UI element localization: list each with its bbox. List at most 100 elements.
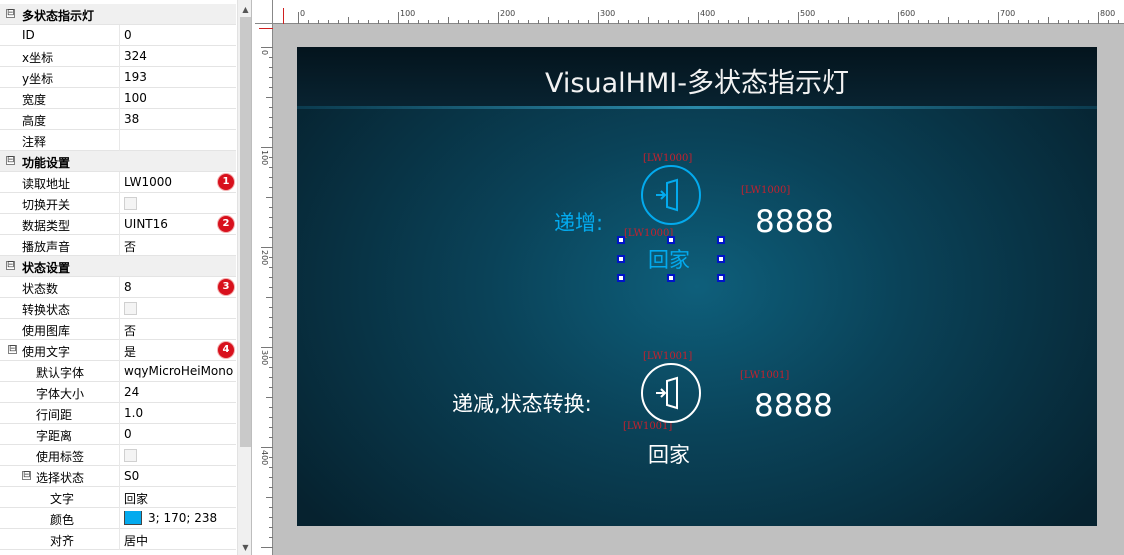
numeric-display-lw1000[interactable]: 8888 [755,204,834,240]
multistate-light-increment[interactable] [641,165,701,225]
color-swatch[interactable] [124,511,142,525]
ruler-tick [728,20,729,24]
transition-checkbox[interactable] [124,302,137,315]
prop-row-align[interactable]: 对齐 居中 [0,529,236,550]
prop-value[interactable]: 0 [124,427,235,441]
ruler-label: 200 [260,250,269,266]
selection-handle[interactable] [617,274,625,282]
selection-handle[interactable] [617,236,625,244]
ruler-tick [269,257,273,258]
prop-row-state-count[interactable]: 状态数 8 3 [0,277,236,298]
multistate-light-decrement[interactable] [641,363,701,423]
ruler-tick [261,347,273,348]
property-scrollbar[interactable]: ▲ ▼ [237,0,251,555]
ruler-tick [1068,20,1069,24]
selection-handle[interactable] [617,255,625,263]
ruler-tick [368,20,369,24]
prop-row-select-state[interactable]: ⊟ 选择状态 S0 [0,466,236,487]
prop-label: 使用标签 [36,450,85,464]
ruler-tick [638,20,639,24]
ruler-tick [269,107,273,108]
prop-row-switch[interactable]: 切换开关 [0,193,236,214]
color-value[interactable]: 3; 170; 238 [124,511,235,525]
prop-row-read-address[interactable]: 读取地址 LW1000 1 [0,172,236,193]
ruler-tick [518,20,519,24]
prop-row-use-text[interactable]: ⊟ 使用文字 是 4 [0,340,236,361]
use-tag-checkbox[interactable] [124,449,137,462]
prop-value[interactable]: S0 [124,469,235,483]
ruler-tick [269,77,273,78]
ruler-tick [968,20,969,24]
prop-row-note[interactable]: 注释 [0,130,236,151]
collapse-toggle[interactable]: ⊟ [8,345,17,354]
prop-label: 使用文字 [22,345,71,359]
prop-row-color[interactable]: 颜色 3; 170; 238 [0,508,236,529]
prop-value[interactable]: 24 [124,385,235,399]
state-text-increment[interactable]: 回家 [648,244,690,274]
prop-value[interactable]: 38 [124,112,235,126]
numeric-display-lw1001[interactable]: 8888 [754,388,833,424]
hmi-screen[interactable]: VisualHMI-多状态指示灯 [LW1000] [LW1000] [LW10… [297,47,1097,526]
selection-handle[interactable] [667,236,675,244]
prop-value[interactable]: 否 [124,322,235,339]
scroll-up-icon[interactable]: ▲ [238,2,251,17]
prop-row-data-type[interactable]: 数据类型 UINT16 2 [0,214,236,235]
prop-row-font-size[interactable]: 字体大小 24 [0,382,236,403]
ruler-tick [838,20,839,24]
prop-row-use-library[interactable]: 使用图库 否 [0,319,236,340]
prop-row-line-spacing[interactable]: 行间距 1.0 [0,403,236,424]
prop-row-width[interactable]: 宽度 100 [0,88,236,109]
prop-row-height[interactable]: 高度 38 [0,109,236,130]
state-text-decrement[interactable]: 回家 [648,439,690,469]
selection-handle[interactable] [717,255,725,263]
prop-row-use-tag[interactable]: 使用标签 [0,445,236,466]
ruler-tick [269,287,273,288]
prop-row-id[interactable]: ID 0 [0,25,236,46]
prop-value[interactable]: wqyMicroHeiMono [124,364,235,378]
selection-handle[interactable] [717,236,725,244]
ruler-tick [269,67,273,68]
category-label: 多状态指示灯 [22,9,95,23]
selection-handle[interactable] [667,274,675,282]
collapse-toggle[interactable]: ⊟ [22,471,31,480]
scrollbar-thumb[interactable] [240,17,251,447]
prop-value[interactable]: 0 [124,28,235,42]
category-function-settings[interactable]: ⊟ 功能设置 [0,151,236,172]
prop-label: 行间距 [36,408,73,422]
collapse-toggle[interactable]: ⊟ [6,9,15,18]
ruler-tick [269,327,273,328]
prop-row-y[interactable]: y坐标 193 [0,67,236,88]
switch-checkbox[interactable] [124,197,137,210]
ruler-label: 300 [600,9,616,18]
prop-row-char-spacing[interactable]: 字距离 0 [0,424,236,445]
prop-row-sound[interactable]: 播放声音 否 [0,235,236,256]
prop-value[interactable]: 回家 [124,490,235,507]
prop-row-transition-state[interactable]: 转换状态 [0,298,236,319]
category-state-settings[interactable]: ⊟ 状态设置 [0,256,236,277]
prop-value[interactable]: 100 [124,91,235,105]
prop-value[interactable]: 324 [124,49,235,63]
category-multistate-light[interactable]: ⊟ 多状态指示灯 [0,4,236,25]
prop-label: 对齐 [50,534,75,548]
ruler-tick [848,17,849,24]
ruler-tick [261,47,273,48]
ruler-tick [568,20,569,24]
ruler-tick [808,20,809,24]
scroll-down-icon[interactable]: ▼ [238,540,251,555]
prop-row-default-font[interactable]: 默认字体 wqyMicroHeiMono [0,361,236,382]
prop-row-text[interactable]: 文字 回家 [0,487,236,508]
prop-value[interactable]: 居中 [124,532,235,549]
ruler-origin-marker [259,28,273,29]
prop-row-x[interactable]: x坐标 324 [0,46,236,67]
collapse-toggle[interactable]: ⊟ [6,261,15,270]
prop-value[interactable]: 193 [124,70,235,84]
ruler-tick [358,20,359,24]
selection-handle[interactable] [717,274,725,282]
ruler-label: 500 [800,9,816,18]
prop-value[interactable]: 否 [124,238,235,255]
prop-value[interactable]: 1.0 [124,406,235,420]
ruler-tick [269,427,273,428]
ruler-tick [338,20,339,24]
collapse-toggle[interactable]: ⊟ [6,156,15,165]
ruler-tick [958,20,959,24]
